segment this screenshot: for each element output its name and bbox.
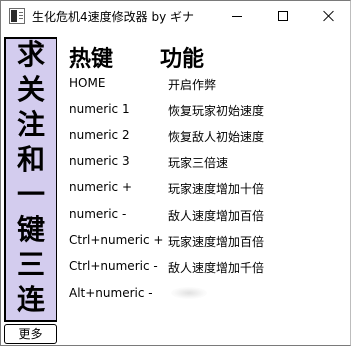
hotkey-description: 开启作弊 — [168, 78, 217, 92]
window-title: 生化危机4速度修改器 by ギナ — [32, 10, 194, 24]
hotkey-row: numeric 2 恢复敌人初始速度 — [1, 128, 352, 148]
hotkey-key: Ctrl+numeric + — [69, 233, 164, 247]
app-icon[interactable] — [9, 8, 25, 24]
hotkey-key: Ctrl+numeric - — [69, 259, 158, 273]
title-bar[interactable]: 生化危机4速度修改器 by ギナ — [1, 1, 350, 31]
close-icon — [323, 10, 335, 22]
maximize-button[interactable] — [260, 1, 306, 31]
hotkey-row: Ctrl+numeric - 敌人速度增加千倍 — [1, 259, 352, 279]
hotkey-description: 玩家三倍速 — [168, 156, 229, 170]
more-button[interactable]: 更多 — [4, 324, 57, 344]
minimize-icon — [232, 16, 242, 17]
hotkey-row: numeric 3 玩家三倍速 — [1, 154, 352, 174]
hotkey-description: 玩家速度增加十倍 — [168, 182, 265, 196]
cursor-shadow — [171, 287, 207, 299]
hotkey-row: Ctrl+numeric + 玩家速度增加百倍 — [1, 233, 352, 253]
hotkey-row: HOME 开启作弊 — [1, 76, 352, 96]
hotkey-key: numeric 2 — [69, 128, 130, 142]
close-button[interactable] — [306, 1, 352, 31]
function-column-header: 功能 — [160, 47, 205, 72]
hotkey-description: 玩家速度增加百倍 — [168, 235, 265, 249]
hotkey-key: numeric 1 — [69, 102, 130, 116]
hotkey-column-header: 热键 — [69, 47, 114, 72]
banner-char: 求 — [16, 38, 45, 71]
maximize-icon — [278, 11, 288, 21]
minimize-button[interactable] — [214, 1, 260, 31]
hotkey-key: numeric + — [69, 180, 133, 194]
hotkey-row: numeric + 玩家速度增加十倍 — [1, 180, 352, 200]
hotkey-description: 恢复敌人初始速度 — [168, 130, 265, 144]
hotkey-row: numeric 1 恢复玩家初始速度 — [1, 102, 352, 122]
hotkey-description: 敌人速度增加百倍 — [168, 209, 265, 223]
hotkey-description: 敌人速度增加千倍 — [168, 261, 265, 275]
app-window: 生化危机4速度修改器 by ギナ 求 关 注 和 一 键 三 连 更多 热键 功… — [0, 0, 351, 346]
hotkey-key: Alt+numeric - — [69, 286, 153, 300]
hotkey-key: numeric 3 — [69, 154, 130, 168]
hotkey-key: HOME — [69, 76, 106, 90]
hotkey-row: numeric - 敌人速度增加百倍 — [1, 207, 352, 227]
hotkey-description: 恢复玩家初始速度 — [168, 104, 265, 118]
hotkey-key: numeric - — [69, 207, 127, 221]
